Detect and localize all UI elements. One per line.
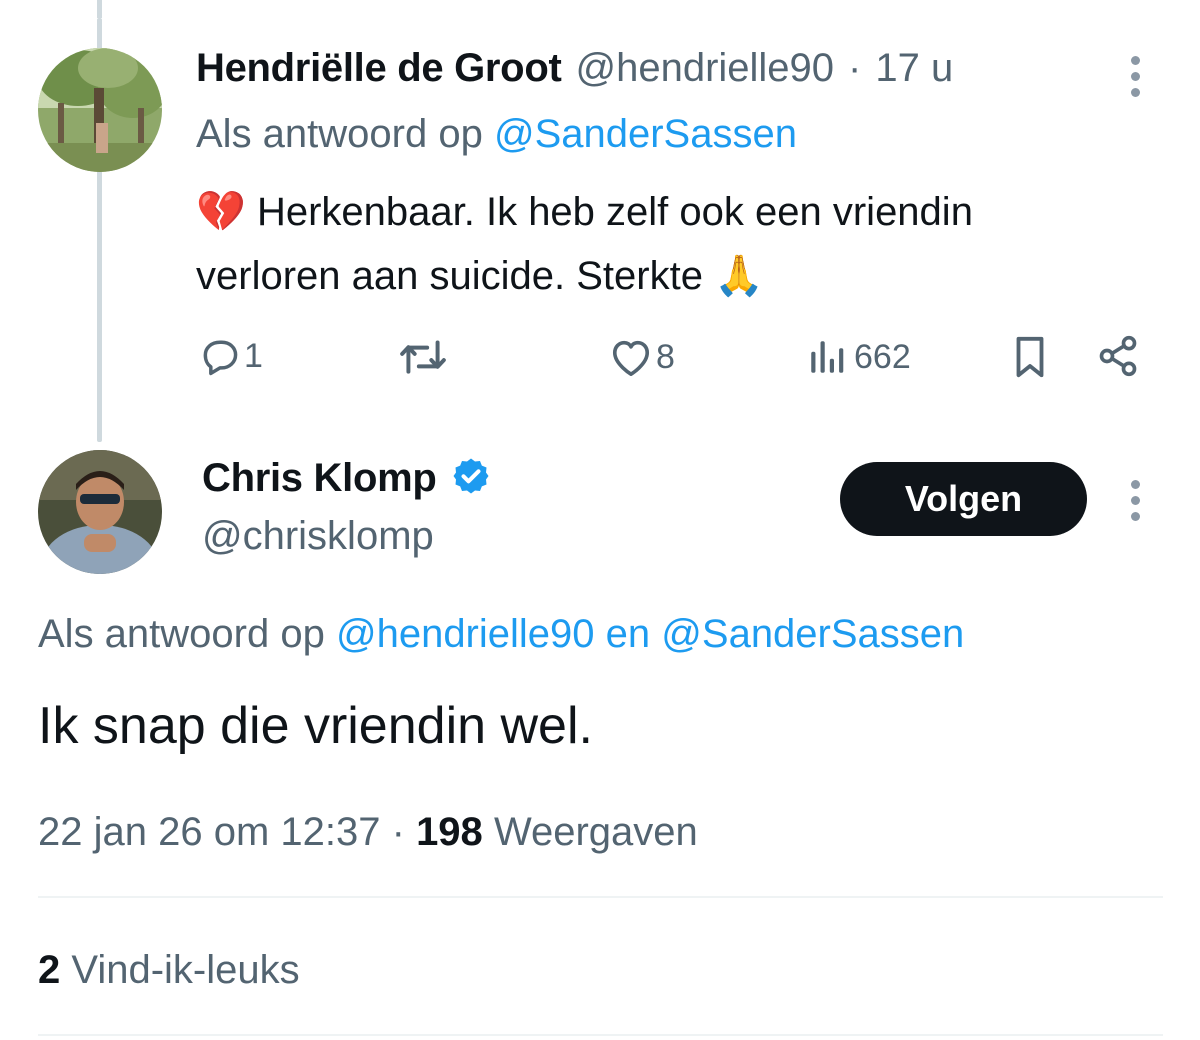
- folded-hands-emoji: 🙏: [714, 254, 764, 298]
- parent-text-line2: verloren aan suicide. Sterkte: [196, 254, 703, 298]
- divider-top: [38, 896, 1163, 898]
- share-action[interactable]: [1096, 334, 1140, 378]
- verified-badge-icon: [451, 456, 491, 501]
- main-display-name[interactable]: Chris Klomp: [202, 456, 437, 501]
- main-reply-mention-2[interactable]: @SanderSassen: [661, 612, 964, 656]
- likes-summary-label: Vind-ik-leuks: [71, 948, 300, 992]
- avatar-hendrielle[interactable]: [38, 48, 162, 172]
- views-count: 662: [854, 337, 911, 376]
- likes-summary-count: 2: [38, 948, 61, 992]
- share-icon: [1096, 334, 1140, 378]
- main-reply-mention-1[interactable]: @hendrielle90: [336, 612, 595, 656]
- divider-bottom: [38, 1034, 1163, 1036]
- main-reply-prefix: Als antwoord op: [38, 612, 325, 656]
- parent-header: Hendriëlle de Groot @hendrielle90 · 17 u: [196, 46, 953, 91]
- like-action[interactable]: 8: [608, 336, 675, 378]
- bookmark-action[interactable]: [1010, 334, 1050, 380]
- main-views-label: Weergaven: [493, 810, 698, 854]
- bookmark-icon: [1010, 334, 1050, 380]
- parent-handle[interactable]: @hendrielle90: [575, 46, 834, 91]
- follow-button[interactable]: Volgen: [840, 462, 1087, 536]
- repost-action[interactable]: [398, 336, 448, 378]
- main-reply-and: en: [605, 612, 651, 656]
- parent-reply-context: Als antwoord op @SanderSassen: [196, 112, 797, 157]
- main-tweet-text: Ik snap die vriendin wel.: [38, 697, 593, 755]
- reply-icon: [198, 334, 242, 378]
- main-reply-context: Als antwoord op @hendrielle90 en @Sander…: [38, 612, 964, 657]
- parent-time[interactable]: 17 u: [875, 46, 953, 91]
- parent-more-icon[interactable]: [1131, 56, 1141, 104]
- parent-reply-prefix: Als antwoord op: [196, 112, 483, 156]
- views-icon: [806, 336, 848, 378]
- main-timestamp[interactable]: 22 jan 26 om 12:37: [38, 810, 380, 854]
- views-action[interactable]: 662: [806, 336, 911, 378]
- parent-reply-mention[interactable]: @SanderSassen: [494, 112, 797, 156]
- avatar-chrisklomp[interactable]: [38, 450, 162, 574]
- like-icon: [608, 336, 654, 378]
- broken-heart-emoji: 💔: [196, 190, 246, 234]
- parent-text-line1: Herkenbaar. Ik heb zelf ook een vriendin: [256, 190, 973, 234]
- reply-count: 1: [244, 336, 263, 375]
- thread-line-top: [97, 0, 102, 18]
- main-meta: 22 jan 26 om 12:37 · 198 Weergaven: [38, 810, 698, 855]
- main-name-row: Chris Klomp: [202, 456, 491, 501]
- reply-action[interactable]: 1: [198, 334, 263, 378]
- parent-display-name[interactable]: Hendriëlle de Groot: [196, 46, 562, 91]
- main-handle[interactable]: @chrisklomp: [202, 514, 434, 559]
- likes-summary[interactable]: 2 Vind-ik-leuks: [38, 948, 300, 993]
- main-meta-separator: ·: [391, 810, 405, 854]
- parent-tweet-text: 💔 Herkenbaar. Ik heb zelf ook een vriend…: [196, 180, 1136, 308]
- parent-separator: ·: [848, 46, 862, 90]
- like-count: 8: [656, 337, 675, 376]
- main-views-count: 198: [416, 810, 483, 854]
- repost-icon: [398, 336, 448, 378]
- main-more-icon[interactable]: [1131, 480, 1141, 528]
